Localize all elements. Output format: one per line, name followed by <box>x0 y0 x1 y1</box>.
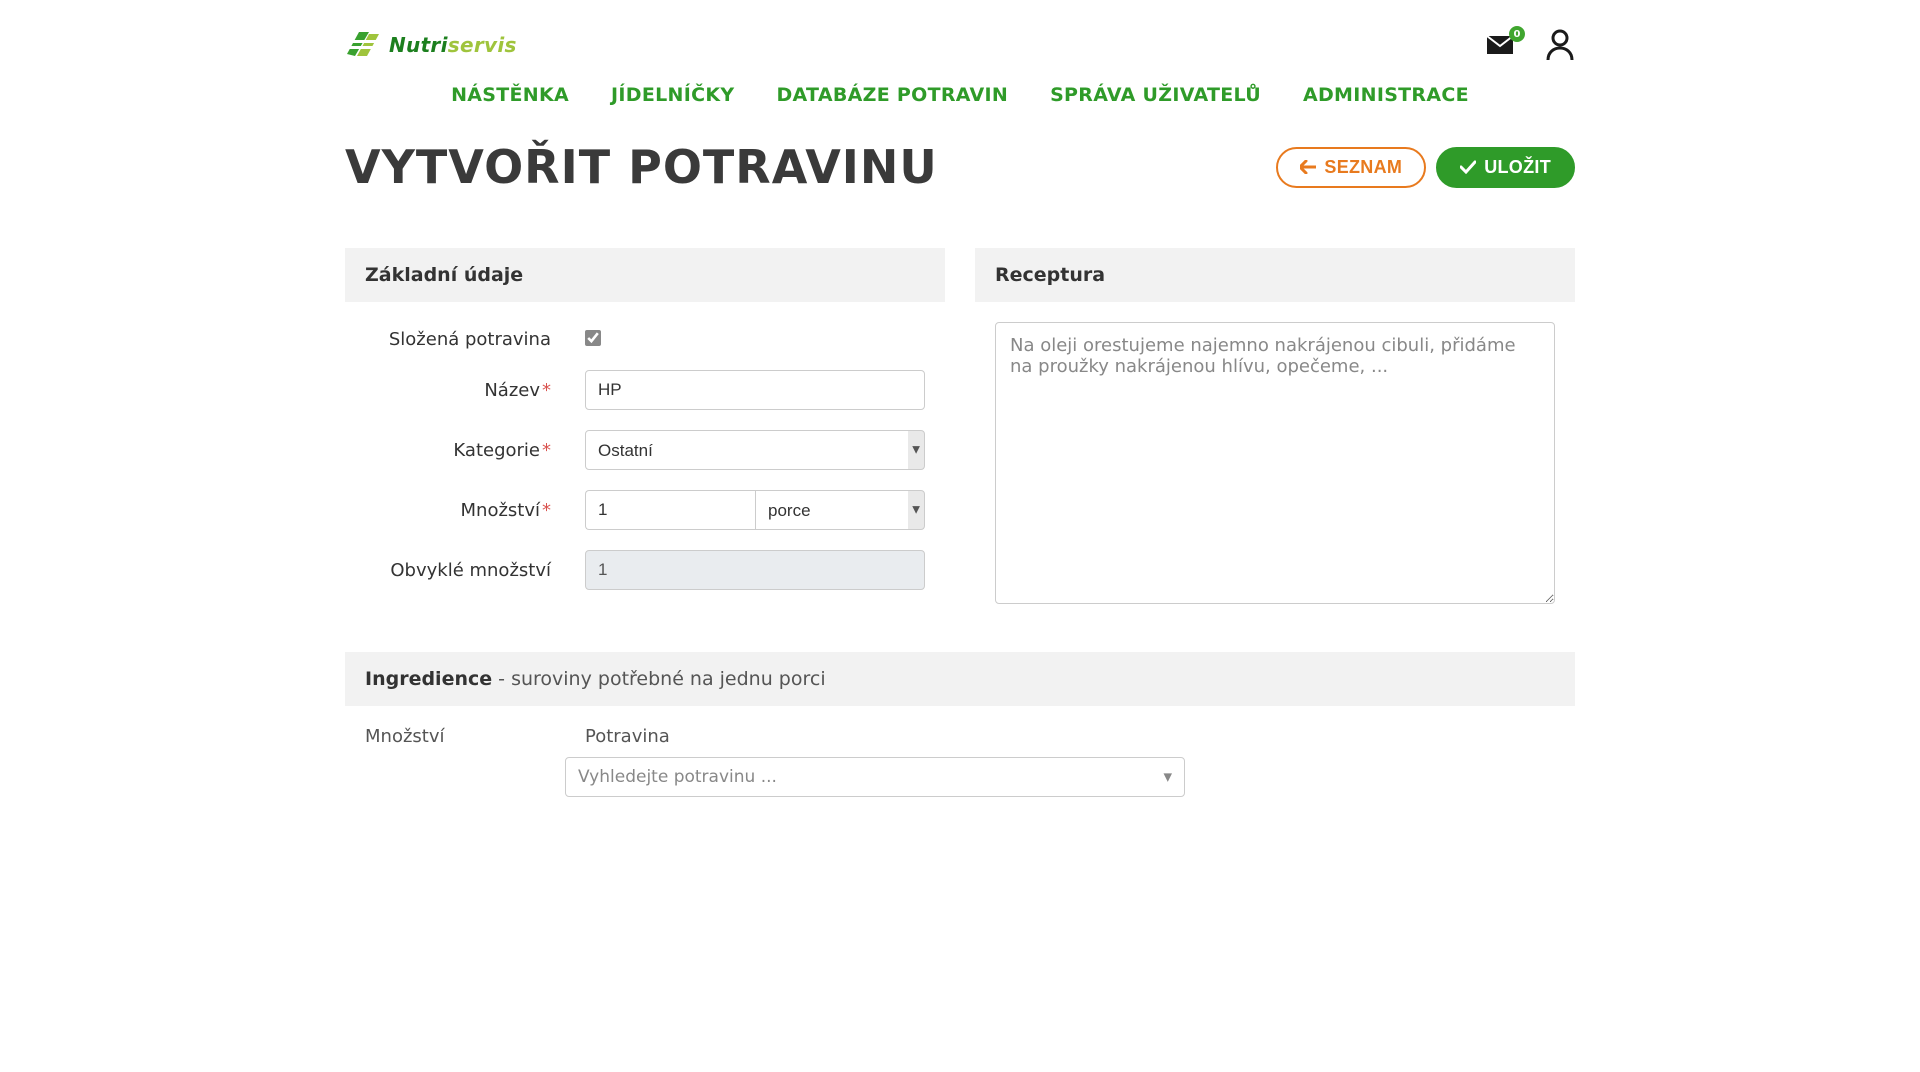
chevron-down-icon: ▾ <box>1163 767 1172 787</box>
nav-dashboard[interactable]: NÁSTĚNKA <box>451 84 569 106</box>
ingredients-col-amount: Množství <box>365 726 565 747</box>
usual-amount-input <box>585 550 925 590</box>
nav-food-db[interactable]: DATABÁZE POTRAVIN <box>776 84 1008 106</box>
logo[interactable]: Nutriservis <box>345 28 517 62</box>
food-search-placeholder: Vyhledejte potravinu ... <box>578 767 777 787</box>
name-input[interactable] <box>585 370 925 410</box>
compound-label: Složená potravina <box>345 329 585 350</box>
recipe-panel-header: Receptura <box>975 248 1575 302</box>
ingredients-col-food: Potravina <box>585 726 1555 747</box>
recipe-textarea[interactable] <box>995 322 1555 604</box>
page-header: VYTVOŘIT POTRAVINU SEZNAM ULOŽIT <box>345 140 1575 194</box>
amount-label: Množství* <box>345 500 585 521</box>
list-button[interactable]: SEZNAM <box>1276 147 1426 188</box>
arrow-left-icon <box>1300 160 1316 174</box>
ingredients-header-strong: Ingredience <box>365 668 492 690</box>
logo-text: Nutriservis <box>389 33 517 57</box>
compound-checkbox[interactable] <box>585 330 601 346</box>
nav-users[interactable]: SPRÁVA UŽIVATELŮ <box>1050 84 1261 106</box>
amount-input[interactable] <box>585 490 755 530</box>
nav-admin[interactable]: ADMINISTRACE <box>1303 84 1469 106</box>
recipe-panel: Receptura <box>975 248 1575 628</box>
list-button-label: SEZNAM <box>1324 157 1402 178</box>
unit-select[interactable]: porce <box>755 490 925 530</box>
logo-icon <box>345 28 383 62</box>
topbar: Nutriservis 0 <box>345 28 1575 62</box>
check-icon <box>1460 160 1476 174</box>
user-icon <box>1545 29 1575 61</box>
ingredients-panel-header: Ingredience - suroviny potřebné na jednu… <box>345 652 1575 706</box>
user-menu[interactable] <box>1545 29 1575 61</box>
page-title: VYTVOŘIT POTRAVINU <box>345 140 938 194</box>
messages-button[interactable]: 0 <box>1485 34 1515 56</box>
ingredients-panel: Ingredience - suroviny potřebné na jednu… <box>345 652 1575 803</box>
save-button-label: ULOŽIT <box>1484 157 1551 178</box>
nav-mealplans[interactable]: JÍDELNÍČKY <box>611 84 734 106</box>
category-select[interactable]: Ostatní <box>585 430 925 470</box>
messages-badge: 0 <box>1509 26 1525 42</box>
food-search-combobox[interactable]: Vyhledejte potravinu ... ▾ <box>565 757 1185 797</box>
ingredients-header-sub: - suroviny potřebné na jednu porci <box>492 668 825 690</box>
main-nav: NÁSTĚNKA JÍDELNÍČKY DATABÁZE POTRAVIN SP… <box>345 84 1575 106</box>
name-label: Název* <box>345 380 585 401</box>
basic-panel-header: Základní údaje <box>345 248 945 302</box>
category-label: Kategorie* <box>345 440 585 461</box>
basic-panel: Základní údaje Složená potravina Název* … <box>345 248 945 628</box>
save-button[interactable]: ULOŽIT <box>1436 147 1575 188</box>
usual-amount-label: Obvyklé množství <box>345 560 585 581</box>
